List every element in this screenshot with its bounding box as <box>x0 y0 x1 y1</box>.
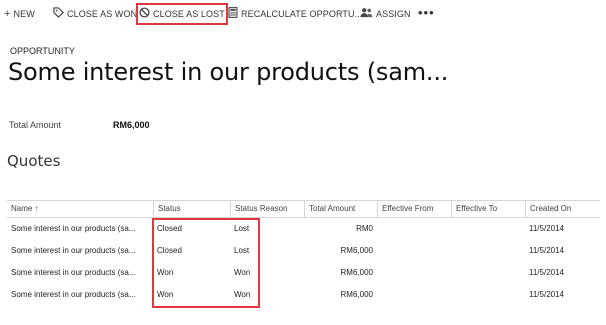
total-amount-value[interactable]: RM6,000 <box>113 120 150 130</box>
status-reason-cell: Lost <box>234 246 250 255</box>
close-as-won-label: CLOSE AS WON <box>67 9 138 19</box>
quotes-grid: Name ↑ Status Status Reason Total Amount … <box>7 200 600 306</box>
created-on-cell: 11/5/2014 <box>529 224 564 233</box>
created-on-cell: 11/5/2014 <box>529 246 564 255</box>
total-amount-cell: RM0 <box>356 224 373 233</box>
total-amount-cell: RM6,000 <box>340 290 373 299</box>
column-header-status[interactable]: Status <box>153 201 230 217</box>
close-as-won-button[interactable]: CLOSE AS WON <box>53 6 137 22</box>
column-header-total-amount[interactable]: Total Amount <box>304 201 377 217</box>
page-title: Some interest in our products (sam... <box>8 58 449 86</box>
command-bar: + NEW CLOSE AS WON CLOSE AS LOST RECALCU… <box>0 0 606 28</box>
column-header-effective-to[interactable]: Effective To <box>451 201 525 217</box>
new-label: NEW <box>13 9 35 19</box>
effective-from-cell <box>377 218 451 240</box>
tag-icon <box>53 7 64 21</box>
effective-from-cell <box>377 240 451 262</box>
status-reason-cell: Won <box>234 290 251 299</box>
effective-from-cell <box>377 262 451 284</box>
effective-to-cell <box>451 218 525 240</box>
total-amount-label: Total Amount <box>9 120 62 130</box>
column-header-created-on[interactable]: Created On <box>525 201 600 217</box>
status-cell: Closed <box>157 246 182 255</box>
quotes-section-title: Quotes <box>7 152 61 170</box>
calculator-icon <box>228 7 238 21</box>
status-reason-cell: Lost <box>234 224 250 233</box>
table-row[interactable]: Some interest in our products (sa... Clo… <box>7 218 600 240</box>
close-as-lost-label: CLOSE AS LOST <box>153 9 225 19</box>
effective-to-cell <box>451 284 525 306</box>
cancel-circle-icon <box>139 7 150 21</box>
grid-header: Name ↑ Status Status Reason Total Amount … <box>7 200 600 218</box>
effective-to-cell <box>451 262 525 284</box>
created-on-cell: 11/5/2014 <box>529 290 564 299</box>
effective-from-cell <box>377 284 451 306</box>
table-row[interactable]: Some interest in our products (sa... Won… <box>7 284 600 306</box>
plus-icon: + <box>4 7 11 20</box>
close-as-lost-button[interactable]: CLOSE AS LOST <box>136 3 228 25</box>
new-button[interactable]: + NEW <box>4 6 35 22</box>
total-amount-cell: RM6,000 <box>340 246 373 255</box>
quote-name-cell[interactable]: Some interest in our products (sa... <box>7 240 153 262</box>
column-header-effective-from[interactable]: Effective From <box>377 201 451 217</box>
column-header-name[interactable]: Name ↑ <box>7 201 153 217</box>
quote-name-cell[interactable]: Some interest in our products (sa... <box>7 262 153 284</box>
total-amount-cell: RM6,000 <box>340 268 373 277</box>
more-commands-button[interactable]: ••• <box>418 4 435 20</box>
status-reason-cell: Won <box>234 268 251 277</box>
table-row[interactable]: Some interest in our products (sa... Won… <box>7 262 600 284</box>
status-cell: Won <box>157 268 174 277</box>
ellipsis-icon: ••• <box>418 4 435 20</box>
column-header-status-reason[interactable]: Status Reason <box>230 201 304 217</box>
created-on-cell: 11/5/2014 <box>529 268 564 277</box>
recalculate-label: RECALCULATE OPPORTU... <box>241 9 363 19</box>
table-row[interactable]: Some interest in our products (sa... Clo… <box>7 240 600 262</box>
people-icon <box>360 7 373 21</box>
assign-button[interactable]: ASSIGN <box>360 6 411 22</box>
assign-label: ASSIGN <box>376 9 411 19</box>
entity-type-label: OPPORTUNITY <box>10 46 75 56</box>
sort-ascending-icon: ↑ <box>34 204 39 213</box>
quote-name-cell[interactable]: Some interest in our products (sa... <box>7 218 153 240</box>
status-cell: Won <box>157 290 174 299</box>
recalculate-opportunity-button[interactable]: RECALCULATE OPPORTU... <box>228 6 362 22</box>
effective-to-cell <box>451 240 525 262</box>
status-cell: Closed <box>157 224 182 233</box>
quote-name-cell[interactable]: Some interest in our products (sa... <box>7 284 153 306</box>
